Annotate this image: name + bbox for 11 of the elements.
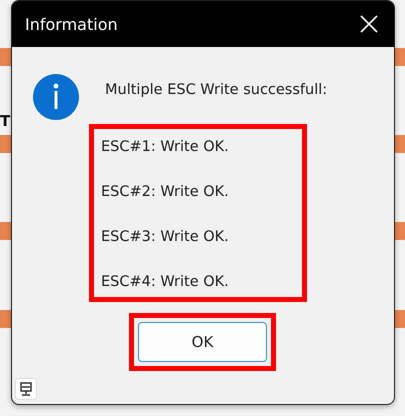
- result-line: ESC#3: Write OK.: [101, 229, 230, 245]
- message-text: Multiple ESC Write successfull:: [105, 82, 328, 98]
- background-text: T: [0, 112, 10, 130]
- result-line: ESC#4: Write OK.: [101, 274, 230, 290]
- info-icon: [33, 74, 79, 120]
- result-line: ESC#1: Write OK.: [101, 139, 230, 155]
- monitor-icon[interactable]: [15, 378, 37, 400]
- result-line: ESC#2: Write OK.: [101, 184, 230, 200]
- ok-button[interactable]: OK: [138, 322, 267, 362]
- window-title: Information: [25, 14, 118, 34]
- close-icon[interactable]: [360, 15, 378, 33]
